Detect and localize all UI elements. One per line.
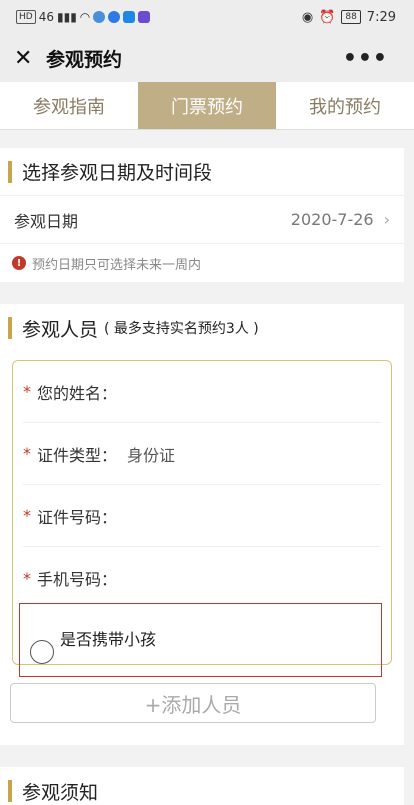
chevron-right-icon: › [383,210,390,229]
wifi-icon: ◠ [79,10,91,24]
required-mark: * [23,568,31,588]
section-title: 参观须知 [22,781,99,804]
info-icon: ! [12,256,26,270]
app-notification-icon [138,11,151,23]
section-header: 参观人员 ( 最多支持实名预约3人 ) [0,304,404,352]
app-notification-icon [123,11,136,23]
section-title: 参观人员 [22,318,99,341]
tab-my-bookings[interactable]: 我的预约 [276,82,414,129]
visit-date-row[interactable]: 参观日期 2020-7-26 › [0,196,404,244]
section-subtitle: ( 最多支持实名预约3人 ) [104,321,259,337]
required-mark: * [23,382,31,401]
person-card: 参观人员 ( 最多支持实名预约3人 ) * 您的姓名： * 证件类型： 身份证 … [0,304,404,745]
tab-bar: 参观指南 门票预约 我的预约 [0,82,414,130]
main-content: 选择参观日期及时间段 参观日期 2020-7-26 › ! 预约日期只可选择未来… [0,130,414,805]
page-title: 参观预约 [46,48,123,71]
signal-strength: 46 [38,10,54,24]
field-label: 手机号码： [37,570,118,589]
status-bar: HD 46 ▮▮▮ ◠ ◉ ⏰ 88 7:29 [0,0,414,34]
battery-indicator: 88 [341,10,361,24]
visit-date-value-wrap: 2020-7-26 › [291,210,390,229]
date-notice-text: 预约日期只可选择未来一周内 [32,257,202,273]
eye-icon: ◉ [301,9,314,25]
bring-child-radio[interactable] [30,640,54,664]
required-mark: * [23,444,31,463]
required-mark: * [23,506,31,525]
app-notification-icon [108,11,121,23]
date-card: 选择参观日期及时间段 参观日期 2020-7-26 › ! 预约日期只可选择未来… [0,148,404,282]
section-header: 参观须知 [0,767,404,805]
field-label: 您的姓名： [37,383,118,403]
name-field[interactable]: * 您的姓名： [23,361,381,423]
add-person-button[interactable]: +添加人员 [10,683,376,723]
section-header: 选择参观日期及时间段 [0,148,404,196]
hd-badge: HD [16,10,36,24]
date-notice: ! 预约日期只可选择未来一周内 [0,244,404,282]
field-label: 证件号码： [37,507,118,527]
status-left: HD 46 ▮▮▮ ◠ [16,10,151,24]
person-form: * 您的姓名： * 证件类型： 身份证 * 证件号码： * 手机号码： 是否携带… [12,360,392,677]
section-accent-bar [8,317,12,339]
id-type-select[interactable]: 身份证 [127,442,175,466]
section-accent-bar [8,160,12,183]
section-title: 选择参观日期及时间段 [22,162,213,184]
notice-card: 参观须知 [0,767,404,805]
nav-bar: ✕ 参观预约 ••• [0,34,414,82]
tab-ticket-booking[interactable]: 门票预约 [138,82,276,129]
id-number-field[interactable]: * 证件号码： [23,485,381,547]
bring-child-label: 是否携带小孩 [60,630,157,649]
field-label: 证件类型： [37,445,118,465]
status-right: ◉ ⏰ 88 7:29 [302,10,396,25]
phone-field[interactable]: * 手机号码： [23,547,381,609]
id-type-field[interactable]: * 证件类型： 身份证 [23,423,381,485]
clock-time: 7:29 [366,9,396,25]
alarm-icon: ⏰ [319,9,336,25]
close-icon[interactable]: ✕ [14,46,42,71]
section-gap [0,282,414,304]
bring-child-option[interactable]: 是否携带小孩 [19,603,382,677]
visit-date-value: 2020-7-26 [290,210,374,229]
more-options-icon[interactable]: ••• [343,46,388,71]
visit-date-label: 参观日期 [14,211,79,231]
card-padding [0,723,404,745]
tab-guide[interactable]: 参观指南 [0,82,138,129]
app-notification-icon [93,11,106,23]
signal-bars-icon: ▮▮▮ [56,10,77,24]
section-gap [0,745,414,767]
section-accent-bar [8,780,12,802]
